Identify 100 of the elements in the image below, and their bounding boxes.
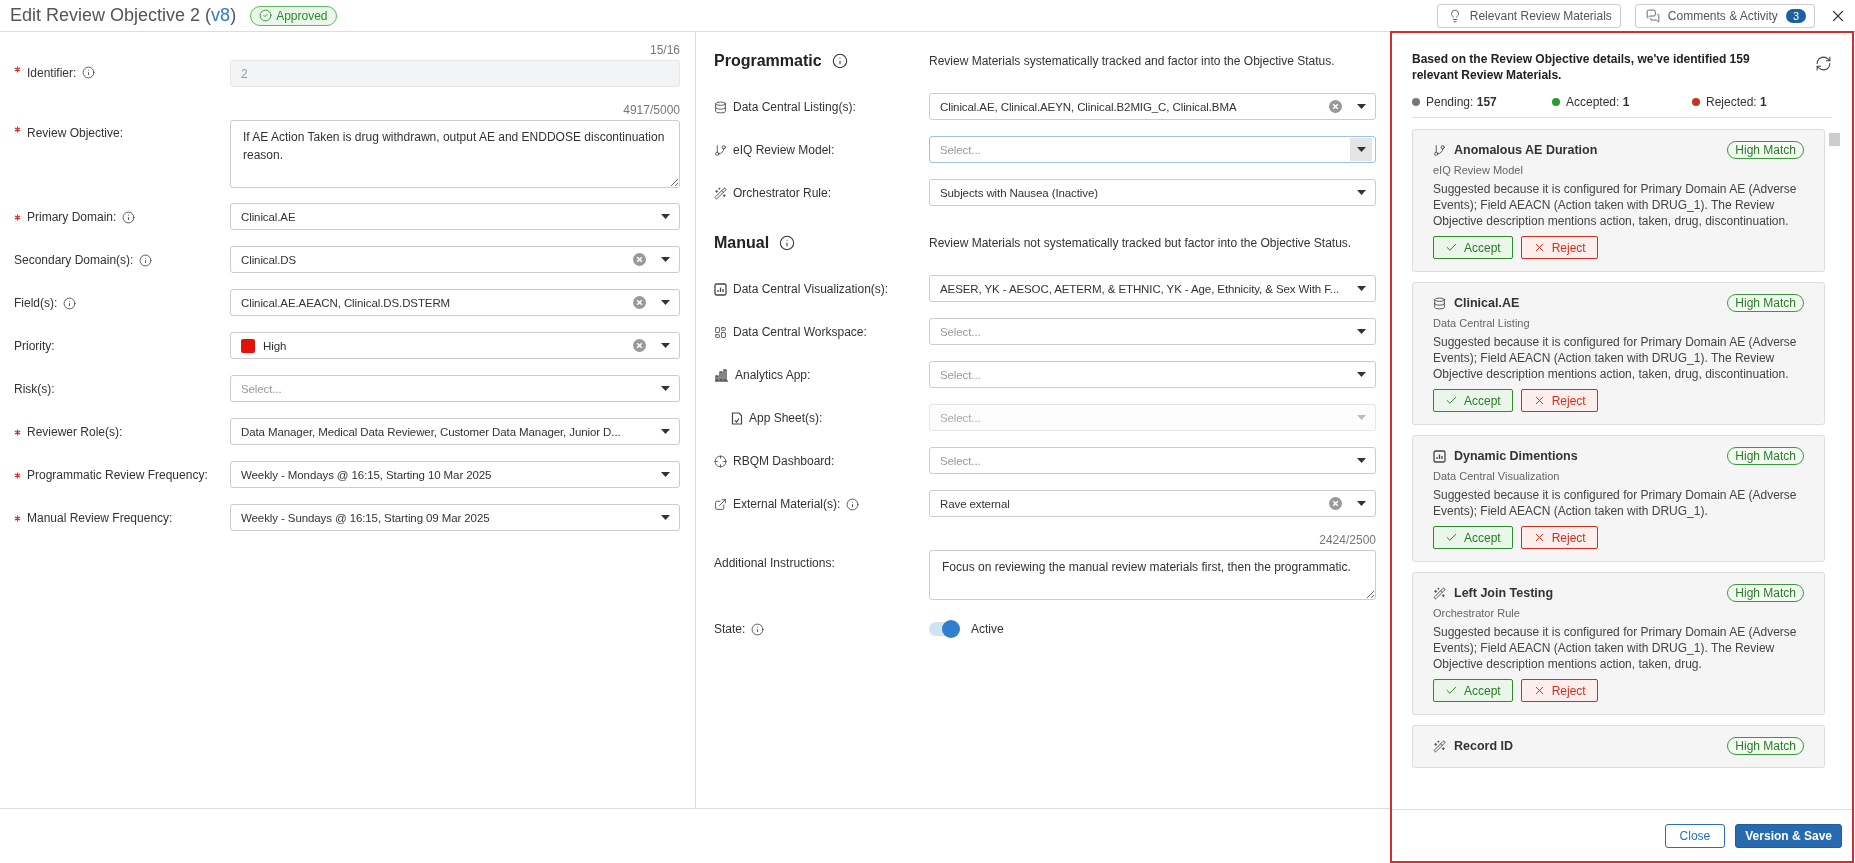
field-label: App Sheet(s): [749,411,823,425]
card-title: Anomalous AE Duration [1454,143,1599,157]
select-field[interactable]: Data Manager, Medical Data Reviewer, Customer Data Manager, Junior D... [230,418,680,445]
accept-button[interactable]: Accept [1433,526,1513,549]
field-label: Analytics App: [735,368,811,382]
card-title: Dynamic Dimentions [1454,449,1579,463]
reject-button[interactable]: Reject [1520,679,1598,702]
scrollbar-thumb[interactable] [1829,133,1840,146]
comments-button[interactable]: Comments & Activity 3 [1634,3,1815,28]
field-label: Orchestrator Rule: [733,186,832,200]
panel-intro: Based on the Review Objective details, we've identified 159 relevant Review Materials. [1412,51,1751,83]
field-label: Programmatic Review Frequency: [27,468,208,482]
card-type: Orchestrator Rule [1433,607,1521,619]
card-title: Record ID [1454,739,1515,753]
field-label: State: [714,622,746,636]
select-field[interactable]: Weekly - Sundays @ 16:15, Starting 09 Mar 2025 [230,504,680,531]
field-label: Data Central Listing(s): [733,100,856,114]
info-icon[interactable] [779,235,796,251]
select-field[interactable]: Select... [230,375,680,402]
card-title: Left Join Testing [1454,586,1555,600]
dropdown-caret-icon[interactable] [1350,138,1372,161]
section-description: Review Materials systematically tracked and factor into the Objective Status. [929,54,1336,68]
select-field[interactable]: Clinical.AE, Clinical.AEYN, Clinical.B2MIG_C, Clinical.BMA [929,93,1376,120]
field-label: Field(s): [14,296,58,310]
stat-text: Accepted: 1 [1566,95,1630,109]
reject-button[interactable]: Reject [1520,526,1598,549]
count-badge: 3 [1785,8,1806,23]
section-title: Manual [714,234,770,252]
toggle-label: Active [971,622,1004,636]
select-field[interactable]: Select... [929,361,1376,388]
close-button[interactable]: Close [1664,823,1726,848]
match-badge: High Match [1727,447,1804,465]
card-type: eIQ Review Model [1433,164,1524,176]
select-field[interactable]: Clinical.AE.AEACN, Clinical.DS.DSTERM [230,289,680,316]
check-circle-icon [259,9,273,22]
match-badge: High Match [1727,141,1804,159]
card-type: Data Central Listing [1433,317,1531,329]
grid-icon [714,325,727,339]
chart-icon [714,282,727,296]
accept-button[interactable]: Accept [1433,236,1513,259]
status-badge: Approved [250,5,337,26]
clear-icon[interactable] [633,339,646,352]
document-icon [731,411,743,425]
match-badge: High Match [1727,584,1804,602]
select-field[interactable]: Clinical.AE [230,203,680,230]
chat-bubbles-icon [1645,8,1660,23]
select-field[interactable]: Select... [929,318,1376,345]
field-label: Manual Review Frequency: [27,511,173,525]
field-label: Secondary Domain(s): [14,253,134,267]
field-label: External Material(s): [733,497,841,511]
card-reason: Suggested because it is configured for Primary Domain AE (Adverse Events); Field AEACN (Action taken with DRUG_1). The Review Objective description mentions action, taken, drug, discontinuation. [1433,181,1798,229]
info-icon[interactable] [831,53,848,69]
materials-button[interactable]: Relevant Review Materials [1436,3,1621,28]
character-counter: 4917/5000 [623,103,680,117]
text-area-field[interactable]: If AE Action Taken is drug withdrawn, output AE and ENDDOSE discontinuation reason. [230,120,680,188]
select-field[interactable]: AESER, YK - AESOC, AETERM, & ETHNIC, YK - Age, Ethnicity, & Sex With F... [929,275,1376,302]
save-button[interactable]: Version & Save [1735,823,1842,848]
clear-icon[interactable] [633,253,646,266]
refresh-icon[interactable] [1815,55,1832,72]
select-field[interactable]: Select... [929,136,1376,163]
chart-icon [1433,449,1446,463]
match-badge: High Match [1727,737,1804,755]
database-icon [714,100,727,114]
stat-text: Pending: 157 [1426,95,1497,109]
check-icon [1445,531,1458,544]
field-label: Risk(s): [14,382,55,396]
clear-icon[interactable] [1329,100,1342,113]
bar-chart-icon [714,368,729,382]
wand-icon [1433,739,1446,753]
version-link[interactable]: v8 [211,5,231,25]
text-area-field[interactable]: Focus on reviewing the manual review materials first, then the programmatic. [929,550,1376,600]
toggle-switch[interactable] [929,622,959,636]
select-field[interactable]: Weekly - Mondays @ 16:15, Starting 10 Mar 2025 [230,461,680,488]
field-label: RBQM Dashboard: [733,454,835,468]
select-field[interactable]: High [230,332,680,359]
select-field[interactable]: Clinical.DS [230,246,680,273]
section-description: Review Materials not systematically tracked but factor into the Objective Status. [929,236,1353,250]
wand-icon [714,186,727,200]
match-badge: High Match [1727,294,1804,312]
accept-button[interactable]: Accept [1433,679,1513,702]
field-label: Reviewer Role(s): [27,425,123,439]
stat-text: Rejected: 1 [1706,95,1767,109]
clear-icon[interactable] [633,296,646,309]
card-title: Clinical.AE [1454,296,1521,310]
card-reason: Suggested because it is configured for Primary Domain AE (Adverse Events); Field AEACN (Action taken with DRUG_1). The Review Objective description mentions action, taken, drug, discontinuation. [1433,334,1798,382]
select-field[interactable]: Rave external [929,490,1376,517]
accept-button[interactable]: Accept [1433,389,1513,412]
select-field[interactable]: Subjects with Nausea (Inactive) [929,179,1376,206]
clear-icon[interactable] [1329,497,1342,510]
card-type: Data Central Visualization [1433,470,1561,482]
wand-icon [1433,586,1446,600]
reject-button[interactable]: Reject [1520,389,1598,412]
field-label: Data Central Visualization(s): [733,282,889,296]
field-label: Primary Domain: [27,210,117,224]
field-label: eIQ Review Model: [733,143,835,157]
reject-button[interactable]: Reject [1520,236,1598,259]
check-icon [1445,394,1458,407]
check-icon [1445,241,1458,254]
select-field[interactable]: Select... [929,447,1376,474]
dialog-title: Edit Review Objective 2 (v8) [10,5,237,26]
